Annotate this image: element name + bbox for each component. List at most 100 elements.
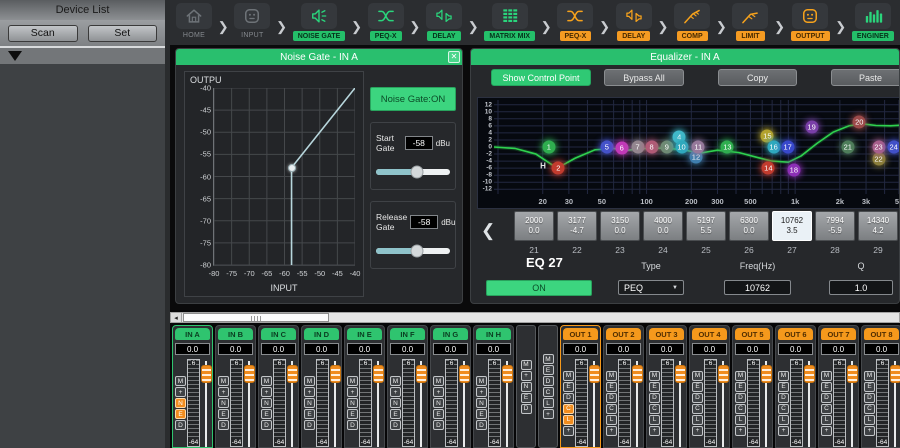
fader-handle[interactable] [847,365,858,383]
channel-button-d[interactable]: D [433,420,444,430]
channel-strip-out-7[interactable]: OUT 70.0MEDCL+6-64 [818,325,859,448]
eq-control-point-9[interactable]: 9 [660,141,673,154]
set-button[interactable]: Set [88,25,158,42]
eq-control-point-23[interactable]: 23 [872,141,885,154]
channel-button-m[interactable]: M [692,371,703,381]
channel-button-m[interactable]: M [778,371,789,381]
channel-button-d[interactable]: D [390,420,401,430]
channel-tab[interactable]: OUT 2 [606,328,641,340]
channel-strip-out-5[interactable]: OUT 50.0MEDCL+6-64 [732,325,773,448]
fader[interactable] [890,359,899,447]
channel-button-l[interactable]: L [778,415,789,425]
channel-button-plus[interactable]: + [649,426,660,436]
eq-control-point-18[interactable]: 18 [787,164,800,177]
fader-handle[interactable] [416,365,427,383]
channel-button-n[interactable]: N [218,398,229,408]
channel-button-c[interactable]: C [543,387,554,397]
channel-button-n[interactable]: N [304,398,315,408]
freq-field[interactable]: 10762 [724,280,791,295]
channel-button-e[interactable]: E [543,365,554,375]
toolbar-item-comp-8[interactable]: COMP [674,3,710,41]
bypass-all-button[interactable]: Bypass All [604,69,684,86]
copy-button[interactable]: Copy [718,69,797,86]
channel-gain-display[interactable]: 0.0 [606,343,641,355]
channel-button-n[interactable]: N [347,398,358,408]
channel-gain-display[interactable]: 0.0 [821,343,856,355]
type-dropdown[interactable]: PEQ ▼ [618,280,684,295]
eq-band-cell-29[interactable]: 143404.2 [858,211,898,241]
channel-button-d[interactable]: D [304,420,315,430]
channel-strip-in-h[interactable]: IN H0.0M+NED6-64 [473,325,514,448]
fader-handle[interactable] [632,365,643,383]
channel-tab[interactable]: IN B [218,328,253,340]
channel-gain-display[interactable]: 0.0 [864,343,899,355]
channel-button-d[interactable]: D [175,420,186,430]
channel-button-c[interactable]: C [735,404,746,414]
master-strip-2[interactable]: MEDCL+ [538,325,558,448]
fader-handle[interactable] [287,365,298,383]
channel-button-c[interactable]: C [821,404,832,414]
eq-control-point-22[interactable]: 22 [872,153,885,166]
fader-handle[interactable] [675,365,686,383]
fader[interactable] [589,359,598,447]
channel-tab[interactable]: IN G [433,328,468,340]
paste-button[interactable]: Paste [831,69,900,86]
eq-control-point-20[interactable]: 20 [853,116,866,129]
fader[interactable] [804,359,813,447]
channel-button-plus[interactable]: + [563,426,574,436]
eq-control-point-24[interactable]: 24 [887,141,900,154]
toolbar-item-peq-x-3[interactable]: PEQ-X [368,3,404,41]
channel-gain-display[interactable]: 0.0 [218,343,253,355]
channel-tab[interactable]: OUT 4 [692,328,727,340]
channel-strip-in-c[interactable]: IN C0.0M+NED6-64 [258,325,299,448]
channel-button-e[interactable]: E [735,382,746,392]
channel-tab[interactable]: OUT 1 [563,328,598,340]
toolbar-item-delay-4[interactable]: DELAY [426,3,462,41]
channel-button-n[interactable]: N [521,382,532,392]
channel-tab[interactable]: IN E [347,328,382,340]
channel-button-plus[interactable]: + [218,387,229,397]
channel-tab[interactable]: IN H [476,328,511,340]
channel-button-m[interactable]: M [390,376,401,386]
channel-gain-display[interactable]: 0.0 [261,343,296,355]
channel-button-m[interactable]: M [864,371,875,381]
channel-tab[interactable]: IN F [390,328,425,340]
scrollbar-thumb[interactable] [183,313,329,322]
show-control-point-button[interactable]: Show Control Point [491,69,591,86]
channel-button-d[interactable]: D [606,393,617,403]
channel-button-m[interactable]: M [521,360,532,370]
channel-button-e[interactable]: E [692,382,703,392]
eq-control-point-16[interactable]: 16 [767,141,780,154]
toolbar-item-peq-x-6[interactable]: PEQ-X [557,3,593,41]
toolbar-item-delay-7[interactable]: DELAY [616,3,652,41]
eq-band-cell-22[interactable]: 3177-4.7 [557,211,597,241]
channel-button-d[interactable]: D [218,420,229,430]
fader[interactable] [632,359,641,447]
channel-button-e[interactable]: E [649,382,660,392]
channel-strip-out-2[interactable]: OUT 20.0MEDCL+6-64 [603,325,644,448]
channel-button-e[interactable]: E [606,382,617,392]
channel-button-d[interactable]: D [543,376,554,386]
channel-gain-display[interactable]: 0.0 [649,343,684,355]
eq-control-point-11[interactable]: 11 [692,141,705,154]
channel-strip-in-d[interactable]: IN D0.0M+NED6-64 [301,325,342,448]
channel-button-plus[interactable]: + [261,387,272,397]
toolbar-item-enginer-11[interactable]: ENGINER [852,3,894,41]
channel-tab[interactable]: OUT 7 [821,328,856,340]
eq-control-point-1[interactable]: 1 [542,141,555,154]
channel-button-l[interactable]: L [864,415,875,425]
eq-control-point-7[interactable]: 7 [631,141,644,154]
fader-handle[interactable] [804,365,815,383]
channel-button-d[interactable]: D [347,420,358,430]
eq-control-point-21[interactable]: 21 [841,141,854,154]
eq-control-point-13[interactable]: 13 [721,141,734,154]
channel-button-m[interactable]: M [218,376,229,386]
channel-gain-display[interactable]: 0.0 [347,343,382,355]
eq-band-cell-24[interactable]: 40000.0 [643,211,683,241]
channel-gain-display[interactable]: 0.0 [692,343,727,355]
channel-button-e[interactable]: E [433,409,444,419]
device-tree-expander[interactable] [0,46,165,64]
channel-button-d[interactable]: D [692,393,703,403]
channel-button-d[interactable]: D [735,393,746,403]
channel-gain-display[interactable]: 0.0 [778,343,813,355]
